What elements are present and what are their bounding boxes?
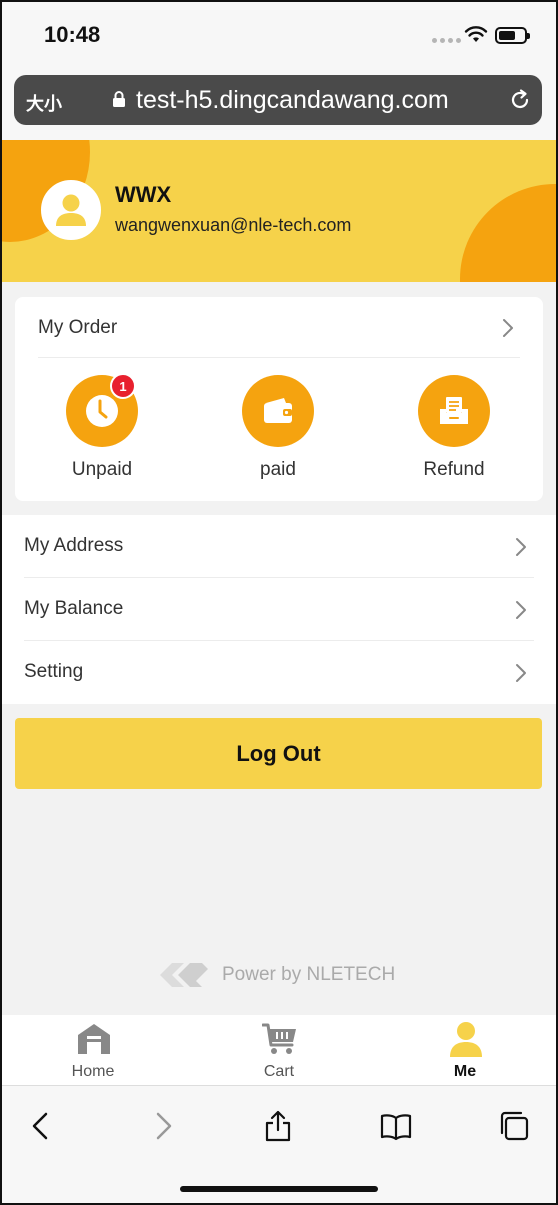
chevron-right-icon	[516, 538, 526, 556]
back-arrow-icon[interactable]	[26, 1110, 58, 1142]
wallet-icon	[264, 398, 292, 423]
app-tab-bar: Home Cart Me	[0, 1015, 558, 1085]
divider	[38, 357, 520, 358]
forward-arrow-icon[interactable]	[146, 1110, 178, 1142]
order-item-label: paid	[260, 459, 296, 480]
menu-item-label: My Address	[24, 535, 124, 556]
menu-item-my-balance[interactable]: My Balance	[0, 578, 558, 641]
order-unpaid-button[interactable]: 1 Unpaid	[32, 373, 172, 481]
tab-label: Cart	[263, 1063, 295, 1080]
tab-cart[interactable]: Cart	[186, 1015, 372, 1085]
user-name: WWX	[115, 182, 172, 207]
status-bar: 10:48	[0, 0, 558, 72]
menu-item-label: Setting	[24, 661, 84, 682]
tab-me[interactable]: Me	[372, 1015, 558, 1085]
order-refund-button[interactable]: Refund	[384, 375, 524, 481]
refund-icon	[440, 397, 468, 424]
chevron-right-icon	[516, 664, 526, 682]
signal-icon	[432, 38, 461, 43]
share-icon[interactable]	[262, 1110, 294, 1142]
text-size-button[interactable]: 大小	[26, 90, 62, 116]
address-bar[interactable]: 大小 test-h5.dingcandawang.com	[14, 75, 542, 125]
logout-button[interactable]: Log Out	[15, 718, 542, 789]
url-text[interactable]: test-h5.dingcandawang.com	[136, 86, 449, 115]
chevron-right-icon	[516, 601, 526, 619]
order-item-label: Unpaid	[71, 459, 133, 480]
tabs-icon[interactable]	[498, 1110, 530, 1142]
tab-label: Me	[453, 1063, 477, 1080]
profile-header: WWX wangwenxuan@nle-tech.com	[0, 140, 558, 282]
reload-icon[interactable]	[508, 88, 532, 112]
lock-icon	[113, 91, 125, 107]
bookmarks-icon[interactable]	[380, 1110, 412, 1142]
menu-item-label: My Balance	[24, 598, 124, 619]
menu-item-setting[interactable]: Setting	[0, 641, 558, 704]
user-email: wangwenxuan@nle-tech.com	[115, 215, 352, 235]
my-order-link[interactable]: My Order	[38, 317, 117, 339]
powered-by: Power by NLETECH	[156, 955, 456, 995]
avatar[interactable]	[41, 180, 101, 240]
decorative-circle	[460, 184, 558, 282]
menu-item-my-address[interactable]: My Address	[0, 515, 558, 578]
chevron-right-icon[interactable]	[501, 317, 515, 339]
menu-list: My Address My Balance Setting	[0, 515, 558, 704]
browser-url-area: 大小 test-h5.dingcandawang.com	[0, 72, 558, 140]
home-icon	[78, 1024, 110, 1054]
cart-icon	[262, 1023, 296, 1054]
tab-home[interactable]: Home	[0, 1015, 186, 1085]
my-order-card: My Order 1 Unpaid paid Refund	[15, 297, 543, 501]
nletech-logo-icon	[160, 963, 208, 987]
unpaid-count-badge: 1	[110, 373, 136, 399]
home-indicator	[180, 1186, 378, 1192]
wifi-icon	[464, 26, 488, 42]
battery-icon	[495, 27, 530, 44]
tab-label: Home	[71, 1063, 115, 1080]
browser-toolbar	[0, 1085, 558, 1205]
person-icon	[450, 1022, 482, 1057]
order-paid-button[interactable]: paid	[208, 375, 348, 481]
powered-by-text: Power by NLETECH	[222, 964, 396, 985]
status-time: 10:48	[44, 22, 101, 47]
person-icon	[56, 194, 86, 226]
order-item-label: Refund	[423, 459, 485, 480]
